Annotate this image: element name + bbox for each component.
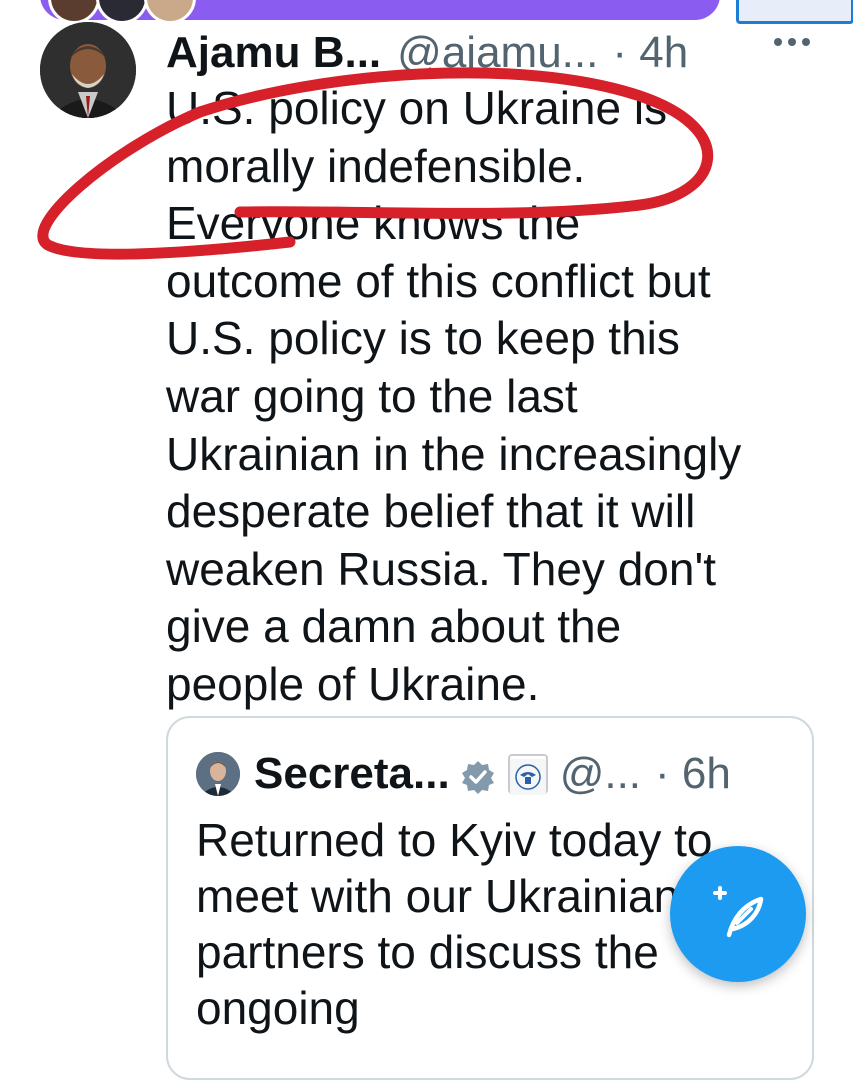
tweet-header: Ajamu B... @ajamu... · 4h: [166, 18, 688, 88]
quoted-tweet-timestamp[interactable]: · 6h: [655, 749, 731, 799]
tweet-text-line: outcome of this conflict but: [166, 254, 711, 307]
tweet-text-line: U.S. policy is to keep this: [166, 312, 680, 365]
tweet-text-line: weaken Russia. They don't: [166, 542, 717, 595]
tweet-text-line: Everyone knows the: [166, 197, 581, 250]
tweet-text-line: Ukrainian in the increasingly: [166, 427, 742, 480]
quoted-author-handle[interactable]: @...: [560, 749, 641, 799]
verified-badge-icon: [460, 756, 496, 794]
top-avatar[interactable]: [48, 0, 100, 24]
quoted-text-line: ongoing: [196, 982, 360, 1034]
compose-tweet-button[interactable]: [670, 846, 806, 982]
tweet-text-line: desperate belief that it will: [166, 485, 696, 538]
tweet-text: U.S. policy on Ukraine is morally indefe…: [166, 80, 826, 714]
avatar-photo: [40, 22, 136, 118]
compose-feather-icon: [713, 886, 764, 938]
quoted-tweet-header: Secreta... @... · 6h: [196, 746, 731, 802]
tweet-text-line: give a damn about the: [166, 600, 622, 653]
more-options-icon[interactable]: [772, 22, 812, 62]
author-name[interactable]: Ajamu B...: [166, 28, 381, 78]
tweet-text-line: morally indefensible.: [166, 139, 586, 192]
tweet-text-line: U.S. policy on Ukraine is: [166, 82, 668, 134]
author-avatar[interactable]: [40, 22, 136, 118]
top-right-tab[interactable]: [736, 0, 853, 24]
quoted-author-name[interactable]: Secreta...: [254, 749, 450, 799]
tweet-text-line: people of Ukraine.: [166, 657, 540, 710]
quoted-author-avatar[interactable]: [196, 752, 240, 796]
tweet-timestamp[interactable]: · 4h: [612, 28, 688, 78]
tweet-text-line: war going to the last: [166, 369, 578, 422]
top-avatar[interactable]: [96, 0, 148, 24]
author-handle[interactable]: @ajamu...: [397, 28, 598, 78]
state-department-seal-icon: [507, 754, 548, 795]
